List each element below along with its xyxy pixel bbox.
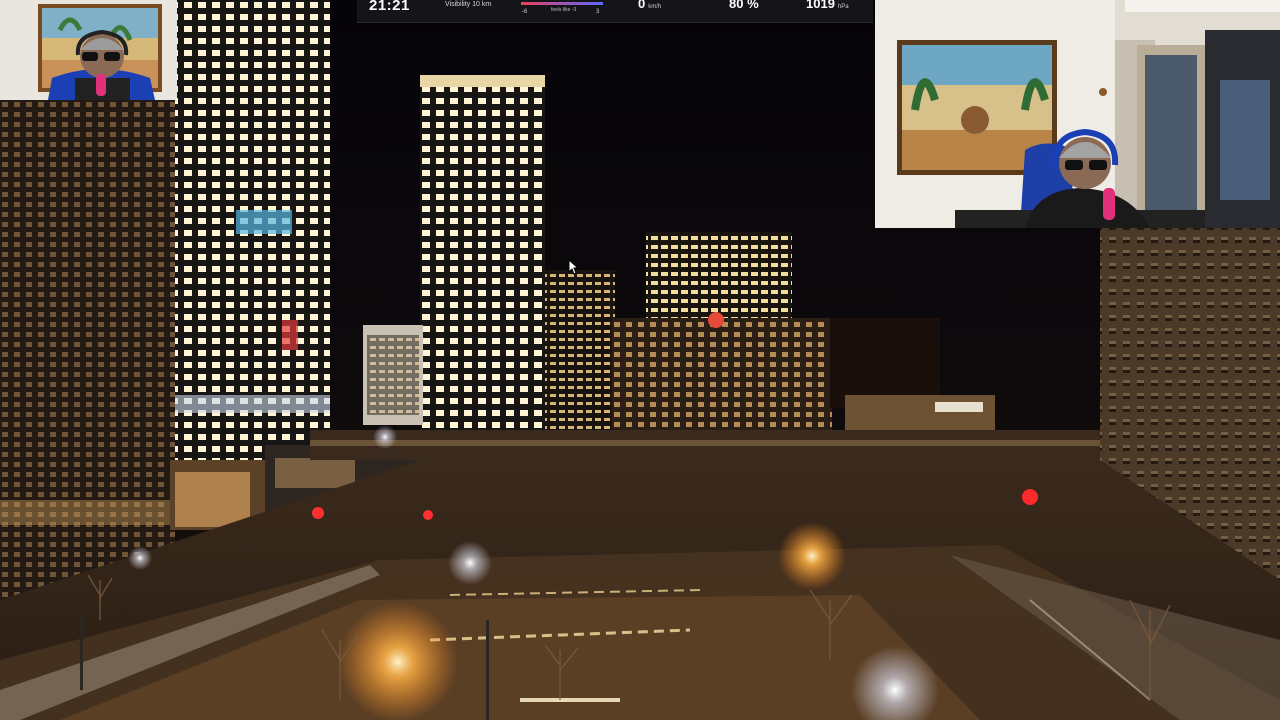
hud-pressure-value: 1019 — [806, 0, 835, 11]
hud-feels-like: feels like -3 — [551, 7, 577, 13]
webcam-feed-large — [875, 0, 1280, 228]
mouse-cursor-icon — [568, 259, 580, 275]
weather-hud: 21:21 Visibility 10 km feels like -3 -6 … — [357, 0, 873, 23]
hud-pressure-unit: hPa — [837, 4, 849, 10]
hud-wind-unit: km/h — [648, 4, 662, 10]
hud-pressure: 1019 hPa — [806, 0, 849, 11]
webcam-overlay-small — [0, 0, 177, 100]
webcam-overlay-large — [875, 0, 1280, 228]
hud-humidity: 80 % — [729, 0, 759, 11]
hud-time: 21:21 — [369, 0, 410, 14]
hud-wind-speed: 0 — [638, 0, 646, 11]
hud-temp-max: 3 — [596, 9, 600, 15]
hud-temp-min: -6 — [522, 9, 528, 15]
hud-visibility: Visibility 10 km — [445, 1, 492, 8]
webcam-feed-small — [0, 0, 177, 100]
temperature-range-bar — [521, 2, 603, 5]
hud-wind: 0 km/h — [638, 0, 661, 11]
